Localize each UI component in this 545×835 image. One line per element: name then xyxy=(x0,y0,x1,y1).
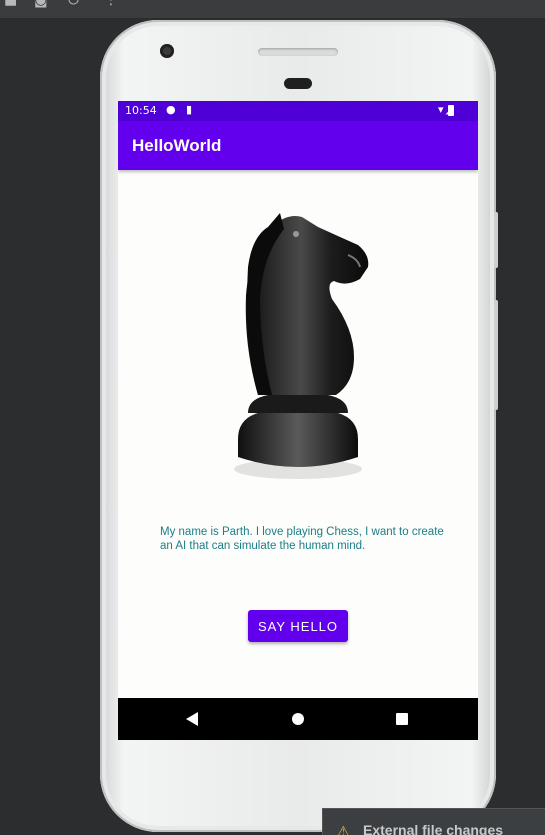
power-button[interactable] xyxy=(494,212,498,268)
home-icon[interactable] xyxy=(292,713,304,725)
warning-icon: ⚠ xyxy=(337,823,350,835)
app-title: HelloWorld xyxy=(132,136,222,155)
bio-text: My name is Parth. I love playing Chess, … xyxy=(160,526,444,552)
battery-icon xyxy=(448,105,454,116)
device-screen: 10:54 ● ▮ ▾◢ HelloWorld My name is Parth… xyxy=(118,101,478,740)
app-bar: HelloWorld xyxy=(118,121,478,170)
notification-text: External file changes xyxy=(363,822,504,835)
earpiece-speaker xyxy=(258,48,338,56)
more-vert-icon[interactable]: ⋮ xyxy=(104,0,120,8)
volume-button[interactable] xyxy=(494,300,498,410)
status-time: 10:54 xyxy=(125,104,157,117)
say-hello-button[interactable]: SAY HELLO xyxy=(248,610,348,642)
power-icon[interactable]: ⏻ xyxy=(68,0,84,8)
front-camera-icon xyxy=(160,44,174,58)
sd-card-icon: ▮ xyxy=(186,103,193,116)
status-bar: 10:54 ● ▮ ▾◢ xyxy=(118,101,478,121)
back-icon[interactable] xyxy=(186,712,198,726)
proximity-sensor xyxy=(284,78,312,89)
chess-knight-image xyxy=(234,213,369,479)
ide-toolbar: ■ ◙ ⏻ ⋮ xyxy=(0,0,545,19)
stop-icon[interactable]: ■ xyxy=(4,0,20,8)
ide-notification[interactable]: ⚠ External file changes xyxy=(322,808,545,835)
navigation-bar xyxy=(118,698,478,740)
camera-icon[interactable]: ◙ xyxy=(34,0,50,8)
recents-icon[interactable] xyxy=(396,713,408,725)
message-icon: ● xyxy=(166,103,176,116)
